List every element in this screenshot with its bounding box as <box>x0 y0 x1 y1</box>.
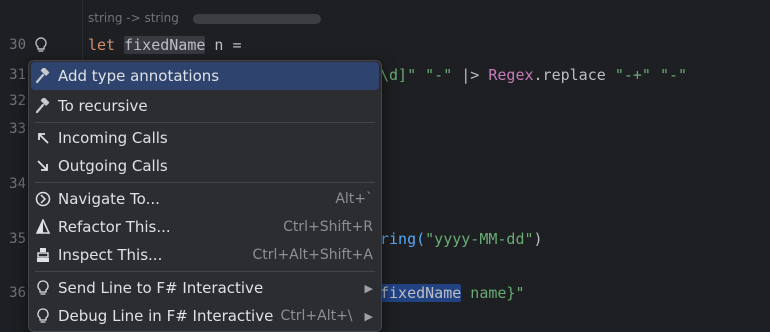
menu-item-send-line-to-fsharp-interactive[interactable]: Send Line to F# Interactive ▶ <box>31 274 379 302</box>
string-literal: \d]" <box>380 66 417 84</box>
line-number: 34 <box>9 176 26 192</box>
code-line-35[interactable]: ring("yyyy-MM-dd") <box>380 230 543 248</box>
menu-item-label: Add type annotations <box>58 67 220 85</box>
string-literal: "-" <box>425 66 453 84</box>
code-text: ) <box>533 230 543 248</box>
refactor-icon <box>33 217 53 237</box>
hammer-icon <box>33 66 53 86</box>
arrow-up-left-icon <box>33 128 53 148</box>
lightbulb-icon[interactable] <box>34 36 48 54</box>
menu-item-to-recursive[interactable]: To recursive <box>31 92 379 120</box>
code-text: .replace <box>533 66 615 84</box>
line-number: 33 <box>9 121 26 137</box>
menu-item-outgoing-calls[interactable]: Outgoing Calls <box>31 152 379 180</box>
inlay-type-hint: string -> string <box>88 11 321 25</box>
pipe-operator: |> <box>452 66 489 84</box>
line-number: 30 <box>9 37 26 53</box>
type-signature: string -> string <box>88 11 179 25</box>
menu-item-label: Refactor This... <box>58 218 171 236</box>
type-name: Regex <box>488 66 534 84</box>
menu-item-shortcut: Alt+` <box>335 191 373 207</box>
code-line-31[interactable]: \d]" "-" |> Regex.replace "-+" "-" <box>380 66 687 84</box>
menu-item-shortcut: Ctrl+Alt+Shift+A <box>252 247 373 263</box>
lightbulb-icon <box>33 306 53 326</box>
blurred-text <box>192 13 321 24</box>
menu-separator <box>35 122 375 123</box>
context-menu: Add type annotations To recursive Incomi… <box>28 60 382 332</box>
line-number: 35 <box>9 231 26 247</box>
identifier: fixedName <box>380 284 462 302</box>
submenu-arrow-icon: ▶ <box>364 309 373 323</box>
arrow-down-right-icon <box>33 156 53 176</box>
inspect-icon <box>33 245 53 265</box>
string-literal: "yyyy-MM-dd" <box>425 230 534 248</box>
menu-item-debug-line-in-fsharp-interactive[interactable]: Debug Line in F# Interactive Ctrl+Alt+\ … <box>31 302 379 330</box>
menu-separator <box>35 182 375 183</box>
submenu-arrow-icon: ▶ <box>364 281 373 295</box>
menu-item-shortcut: Ctrl+Shift+R <box>283 219 373 235</box>
menu-item-shortcut: Ctrl+Alt+\ <box>280 308 353 324</box>
menu-item-label: Send Line to F# Interactive <box>58 279 264 297</box>
line-number: 32 <box>9 93 26 109</box>
method-name: ring( <box>380 230 426 248</box>
string-literal: "-+" <box>614 66 651 84</box>
menu-item-inspect-this[interactable]: Inspect This... Ctrl+Alt+Shift+A <box>31 241 379 269</box>
menu-item-label: Inspect This... <box>58 246 163 264</box>
code-line-30[interactable]: let fixedName n = <box>88 36 242 54</box>
code-line-36[interactable]: fixedName name}" <box>380 284 525 302</box>
menu-item-navigate-to[interactable]: Navigate To... Alt+` <box>31 185 379 213</box>
code-text: n = <box>205 36 242 54</box>
navigate-icon <box>33 189 53 209</box>
menu-item-label: Incoming Calls <box>58 129 168 147</box>
hammer-icon <box>33 96 53 116</box>
menu-item-label: Outgoing Calls <box>58 157 168 175</box>
menu-item-incoming-calls[interactable]: Incoming Calls <box>31 124 379 152</box>
menu-item-label: To recursive <box>58 97 148 115</box>
menu-item-label: Navigate To... <box>58 190 160 208</box>
string-literal: name}" <box>461 284 525 302</box>
line-number: 31 <box>9 67 26 83</box>
line-number: 36 <box>9 285 26 301</box>
lightbulb-icon <box>33 278 53 298</box>
menu-item-refactor-this[interactable]: Refactor This... Ctrl+Shift+R <box>31 213 379 241</box>
string-literal: "-" <box>659 66 688 84</box>
menu-item-label: Debug Line in F# Interactive <box>58 307 274 325</box>
menu-separator <box>35 271 375 272</box>
identifier: fixedName <box>124 36 206 54</box>
menu-item-add-type-annotations[interactable]: Add type annotations <box>31 62 379 90</box>
keyword: let <box>88 36 116 54</box>
